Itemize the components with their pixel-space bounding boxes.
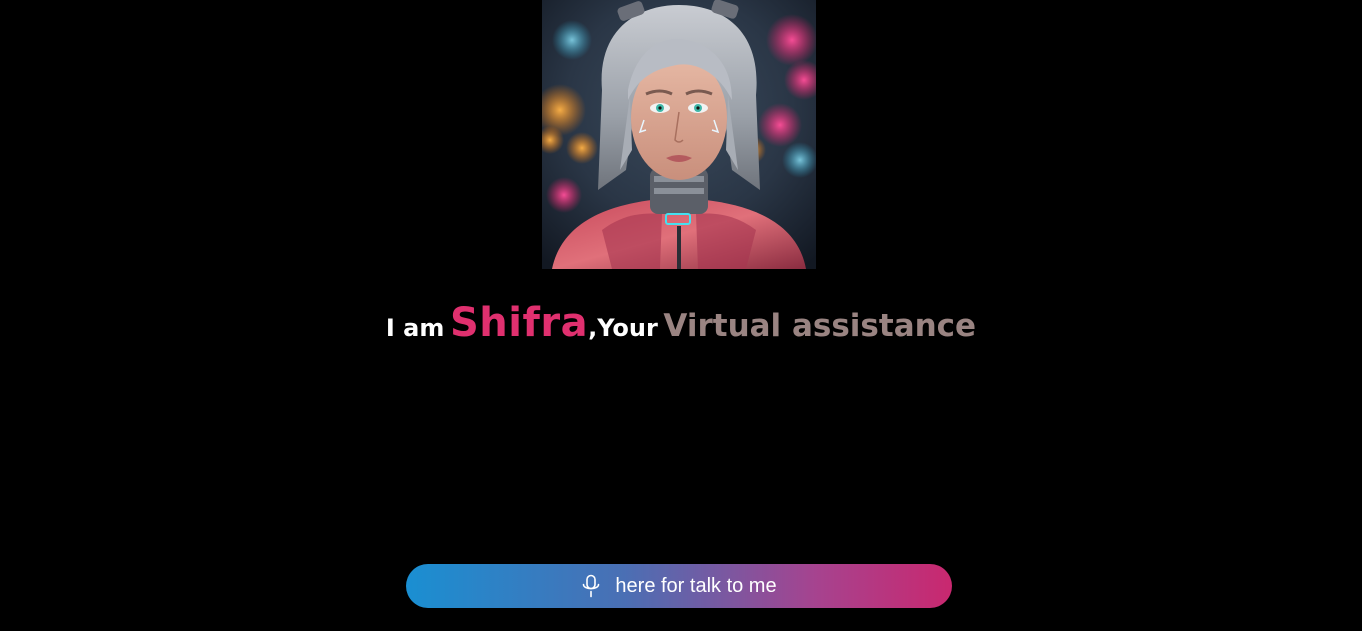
headline-separator: , bbox=[588, 314, 598, 342]
talk-button-label: here for talk to me bbox=[615, 574, 777, 597]
avatar bbox=[542, 0, 816, 269]
microphone-icon bbox=[583, 574, 600, 598]
assistant-name: Shifra bbox=[449, 300, 589, 346]
headline-your: Your bbox=[597, 314, 658, 342]
headline: I am Shifra,Your Virtual assistance bbox=[0, 300, 1362, 346]
headline-intro: I am bbox=[385, 314, 445, 342]
assistant-role: Virtual assistance bbox=[663, 308, 977, 344]
page: I am Shifra,Your Virtual assistance here… bbox=[0, 0, 1362, 631]
talk-to-me-button[interactable]: here for talk to me bbox=[406, 564, 952, 608]
